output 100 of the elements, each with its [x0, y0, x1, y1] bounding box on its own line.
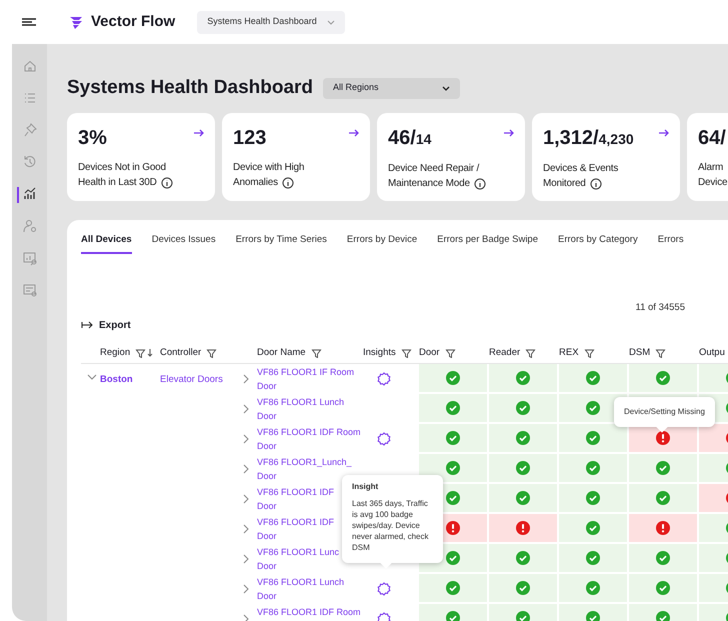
stat-label: Alarm — [698, 161, 724, 175]
filter-icon[interactable] — [135, 348, 146, 358]
arrow-right-icon[interactable] — [193, 128, 205, 138]
tab[interactable]: Errors by Category — [558, 233, 638, 254]
check-icon — [516, 461, 530, 475]
stat-card[interactable]: 123 Device with High Anomalies — [222, 113, 370, 201]
sort-arrow-icon[interactable] — [147, 348, 154, 358]
info-icon[interactable] — [160, 176, 173, 188]
stat-value: 64/ — [698, 126, 726, 151]
stat-label: Devices Not in Good — [78, 161, 166, 175]
column-header[interactable]: DSM — [629, 346, 650, 360]
controller-link[interactable]: Elevator Doors — [160, 374, 223, 385]
tooltip-text: Device/Setting Missing — [624, 407, 705, 416]
door-name-link[interactable]: VF86 FLOOR1 IDF Room Door — [257, 425, 361, 453]
chevron-down-icon — [326, 18, 335, 26]
tooltip-title: Insight — [352, 481, 380, 492]
door-name-link[interactable]: VF86 FLOOR1 IF Room Door — [257, 365, 354, 393]
stat-card[interactable]: 3% Devices Not in Good Health in Last 30D — [67, 113, 215, 201]
door-name-link[interactable]: VF86 FLOOR1 Lunc Door — [257, 545, 340, 573]
filter-icon[interactable] — [655, 348, 666, 358]
tab[interactable]: Devices Issues — [152, 233, 216, 254]
column-header[interactable]: Outpu — [699, 346, 725, 360]
column-header[interactable]: Door Name — [257, 346, 306, 360]
filter-icon[interactable] — [584, 348, 595, 358]
door-name-link[interactable]: VF86 FLOOR1_Lunch_ Door — [257, 455, 352, 483]
arrow-right-icon[interactable] — [503, 128, 515, 138]
info-icon[interactable] — [590, 178, 602, 190]
chevron-right-icon[interactable] — [242, 404, 250, 414]
error-icon — [656, 521, 670, 535]
chevron-down-icon[interactable] — [87, 373, 97, 382]
door-name-link[interactable]: VF86 FLOOR1 IDF Door — [257, 515, 334, 543]
filter-icon[interactable] — [444, 348, 456, 358]
stat-label: Device — [698, 176, 728, 190]
arrow-right-icon[interactable] — [348, 128, 360, 138]
dashboard-select[interactable]: Systems Health Dashboard — [197, 10, 345, 34]
export-button[interactable]: Export — [81, 318, 131, 332]
chevron-down-icon — [442, 84, 450, 92]
column-header[interactable]: Insights — [363, 346, 396, 360]
filter-icon[interactable] — [206, 348, 218, 358]
error-icon — [446, 521, 460, 535]
stat-card[interactable]: 64/ Alarm Device — [687, 113, 728, 201]
info-icon[interactable] — [474, 178, 486, 190]
check-icon — [586, 551, 600, 565]
chevron-right-icon[interactable] — [242, 434, 250, 444]
stat-label: Health in Last 30D — [78, 176, 157, 190]
column-header[interactable]: Region — [100, 346, 130, 360]
stat-label: Anomalies — [233, 176, 278, 190]
check-icon — [586, 491, 600, 505]
stat-label: Maintenance Mode — [388, 177, 470, 191]
arrow-right-icon[interactable] — [658, 128, 670, 138]
tab[interactable]: Errors — [658, 233, 684, 254]
app-name: Vector Flow — [91, 12, 176, 32]
info-icon[interactable] — [282, 176, 294, 188]
stat-value: 1,312/4,230 — [543, 126, 634, 151]
check-icon — [446, 371, 460, 385]
error-icon — [516, 521, 530, 535]
check-icon — [586, 401, 600, 415]
tab[interactable]: All Devices — [81, 233, 132, 254]
door-name-link[interactable]: VF86 FLOOR1 Lunch Door — [257, 395, 344, 423]
door-name-link[interactable]: VF86 FLOOR1 Lunch Door — [257, 575, 344, 603]
check-icon — [516, 401, 530, 415]
chevron-right-icon[interactable] — [242, 524, 250, 534]
column-header[interactable]: Reader — [489, 346, 520, 360]
chevron-right-icon[interactable] — [242, 494, 250, 504]
error-icon — [656, 431, 670, 445]
filter-icon[interactable] — [525, 348, 536, 358]
check-icon — [516, 551, 530, 565]
chevron-right-icon[interactable] — [242, 584, 250, 594]
stat-card[interactable]: 1,312/4,230 Devices & Events Monitored — [532, 113, 680, 201]
check-icon — [586, 371, 600, 385]
check-icon — [586, 521, 600, 535]
region-link[interactable]: Boston — [100, 374, 133, 385]
stat-label: Device Need Repair / — [388, 162, 480, 176]
check-icon — [516, 431, 530, 445]
column-header[interactable]: Controller — [160, 346, 202, 360]
column-header[interactable]: REX — [559, 346, 579, 360]
tab[interactable]: Errors per Badge Swipe — [437, 233, 538, 254]
filter-icon[interactable] — [310, 348, 322, 358]
stat-value: 46/14 — [388, 126, 432, 151]
page-title: Systems Health Dashboard — [67, 76, 314, 100]
check-icon — [446, 491, 460, 505]
export-arrow-icon — [81, 321, 93, 329]
logo-icon — [68, 14, 84, 30]
column-header[interactable]: Door — [419, 346, 440, 360]
region-select[interactable]: All Regions — [323, 78, 460, 98]
door-name-link[interactable]: VF86 FLOOR1 IDF Door — [257, 485, 334, 513]
check-icon — [586, 581, 600, 595]
stat-card[interactable]: 46/14 Device Need Repair / Maintenance Mode — [377, 113, 525, 201]
check-icon — [446, 431, 460, 445]
stat-label: Device with High — [233, 161, 304, 175]
tab[interactable]: Errors by Time Series — [236, 233, 327, 254]
chevron-right-icon[interactable] — [242, 554, 250, 564]
chevron-right-icon[interactable] — [242, 614, 250, 621]
tab[interactable]: Errors by Device — [346, 233, 418, 254]
door-name-link[interactable]: VF86 FLOOR1 IDF Room — [257, 605, 361, 619]
chevron-right-icon[interactable] — [242, 374, 250, 384]
chevron-right-icon[interactable] — [242, 464, 250, 474]
filter-icon[interactable] — [400, 348, 412, 358]
stat-label: Devices & Events — [543, 162, 618, 176]
check-icon — [656, 581, 670, 595]
